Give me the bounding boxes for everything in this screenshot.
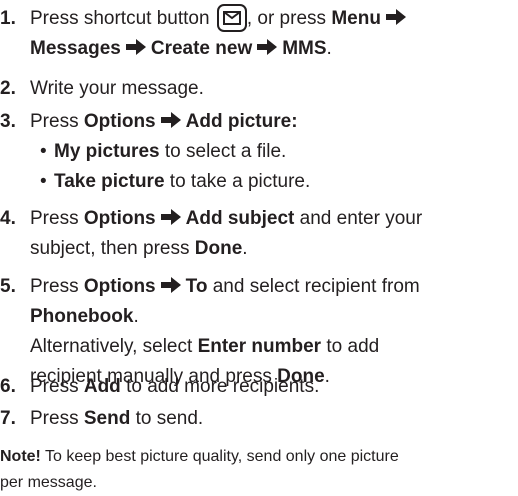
step-number: 3. bbox=[0, 111, 16, 132]
step-text-segment: to take a picture. bbox=[164, 171, 311, 192]
right-arrow-icon bbox=[160, 111, 182, 129]
right-arrow-icon bbox=[125, 38, 147, 56]
step-number: 2. bbox=[0, 78, 16, 99]
step-text-segment: Press bbox=[30, 208, 79, 229]
step-text-segment: and enter your bbox=[294, 208, 423, 229]
step-text: Press Options Add picture: bbox=[30, 107, 516, 137]
right-arrow-icon bbox=[256, 38, 278, 56]
step-text-segment: Press bbox=[30, 408, 79, 429]
menu-term: Add picture: bbox=[185, 111, 298, 132]
step-number: 4. bbox=[0, 208, 16, 229]
bullet-icon: • bbox=[40, 171, 47, 192]
punctuation: . bbox=[133, 306, 139, 327]
envelope-key-icon bbox=[216, 4, 247, 32]
menu-term: Options bbox=[83, 111, 156, 132]
menu-term: Add bbox=[83, 376, 121, 397]
menu-term: Send bbox=[83, 408, 131, 429]
step-number: 5. bbox=[0, 276, 16, 297]
bullet-icon: • bbox=[40, 141, 47, 162]
menu-term: To bbox=[185, 276, 208, 297]
menu-term: Phonebook bbox=[30, 306, 134, 327]
menu-term: Enter number bbox=[197, 336, 322, 357]
step-text-segment: Press bbox=[30, 111, 79, 132]
step-text-segment: Alternatively, select bbox=[30, 336, 193, 357]
step-text: Press Send to send. bbox=[30, 404, 516, 434]
step-text-segment: and select recipient from bbox=[207, 276, 420, 297]
step-text: Press Options Add subject and enter your … bbox=[30, 204, 516, 264]
step-text-segment: Press shortcut button bbox=[30, 8, 210, 29]
menu-term: Add subject bbox=[185, 208, 295, 229]
step-text-segment: Press bbox=[30, 376, 79, 397]
step-text: Press Add to add more recipients. bbox=[30, 372, 516, 402]
step-text-segment: to select a file. bbox=[159, 141, 287, 162]
menu-term: Done bbox=[194, 238, 243, 259]
step-number: 6. bbox=[0, 376, 16, 397]
right-arrow-icon bbox=[385, 8, 407, 26]
step-text: Press shortcut button , or press Menu Me… bbox=[30, 4, 516, 64]
menu-term: My pictures bbox=[54, 141, 160, 162]
punctuation: . bbox=[326, 38, 332, 59]
step-text: Write your message. bbox=[30, 78, 204, 99]
step-text-segment: to send. bbox=[130, 408, 204, 429]
bullet-item: • My pictures to select a file. bbox=[40, 137, 286, 167]
menu-term: Messages bbox=[30, 38, 121, 59]
step-text-segment: subject, then press bbox=[30, 238, 190, 259]
right-arrow-icon bbox=[160, 208, 182, 226]
step-number: 1. bbox=[0, 8, 16, 29]
menu-term: Create new bbox=[150, 38, 253, 59]
menu-term: MMS bbox=[282, 38, 327, 59]
step-text-segment: to add bbox=[321, 336, 380, 357]
bullet-item: • Take picture to take a picture. bbox=[40, 167, 310, 197]
note-text: To keep best picture quality, send only … bbox=[40, 448, 399, 465]
note: Note! To keep best picture quality, send… bbox=[0, 444, 518, 496]
note-text: per message. bbox=[0, 474, 97, 491]
menu-term: Options bbox=[83, 208, 156, 229]
menu-term: Options bbox=[83, 276, 156, 297]
step-text-segment: to add more recipients. bbox=[120, 376, 320, 397]
punctuation: . bbox=[242, 238, 248, 259]
step-text-segment: Press bbox=[30, 276, 79, 297]
step-number: 7. bbox=[0, 408, 16, 429]
menu-term: Menu bbox=[331, 8, 381, 29]
menu-term: Take picture bbox=[54, 171, 165, 192]
step-text-segment: , or press bbox=[246, 8, 327, 29]
note-label: Note! bbox=[0, 448, 41, 465]
right-arrow-icon bbox=[160, 276, 182, 294]
